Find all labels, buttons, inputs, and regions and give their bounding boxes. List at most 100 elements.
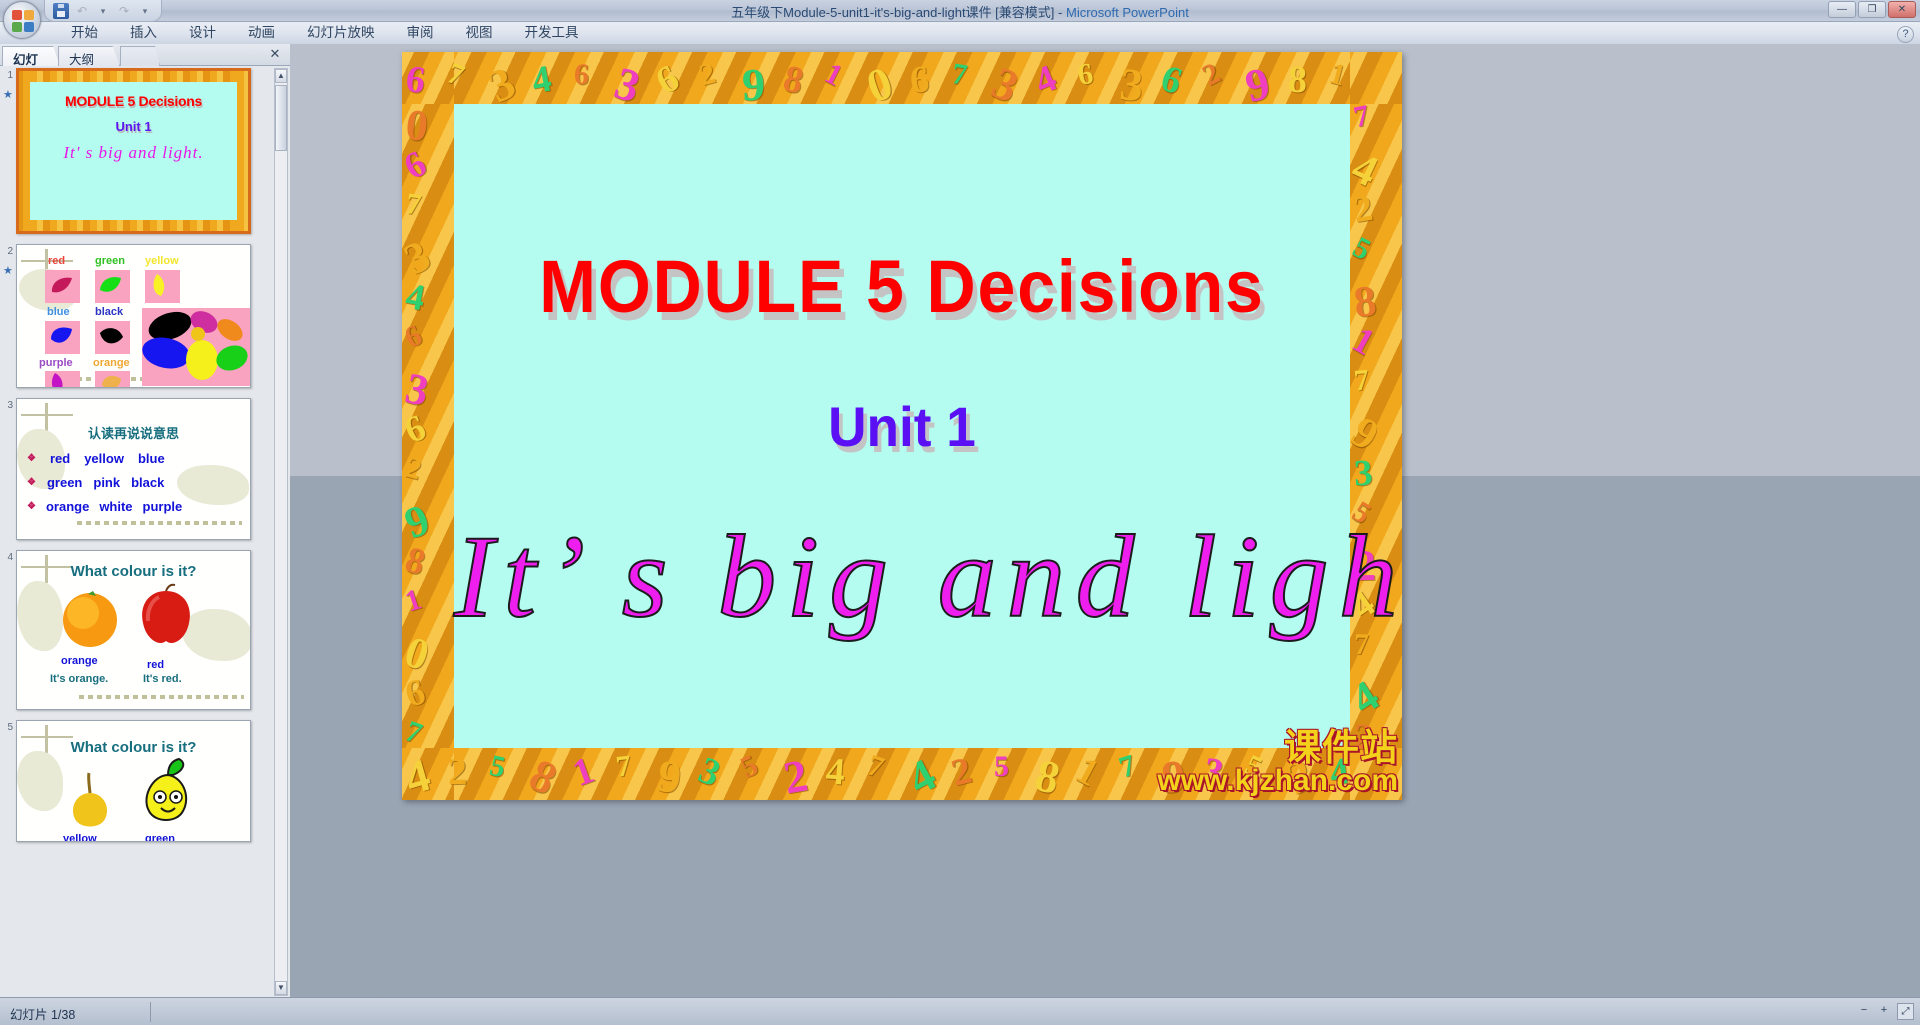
tab-view[interactable]: 视图 bbox=[450, 19, 509, 44]
tab-home[interactable]: 开始 bbox=[55, 19, 114, 44]
bullet-icon: ❖ bbox=[27, 477, 36, 488]
undo-dropdown-icon[interactable]: ▾ bbox=[95, 3, 111, 19]
status-divider bbox=[150, 1002, 151, 1022]
save-icon[interactable] bbox=[53, 2, 69, 19]
redo-icon[interactable]: ↷ bbox=[116, 3, 132, 19]
orange-fruit-icon bbox=[63, 591, 117, 647]
word: red bbox=[49, 451, 71, 466]
word-yellow: yellow bbox=[63, 833, 97, 841]
close-pane-icon[interactable]: ✕ bbox=[268, 47, 282, 61]
bullet-icon: ❖ bbox=[27, 453, 36, 464]
color-word-black: black bbox=[95, 306, 124, 318]
tab-animations[interactable]: 动画 bbox=[232, 19, 291, 44]
thumbnail-scrollbar[interactable]: ▲ ▼ bbox=[274, 68, 288, 996]
tab-slideshow[interactable]: 幻灯片放映 bbox=[291, 19, 391, 44]
color-word-blue: blue bbox=[47, 306, 70, 318]
tab-slides[interactable]: 幻灯片 bbox=[2, 46, 60, 66]
slide-thumbnail-1[interactable]: MODULE 5 Decisions Unit 1 It' s big and … bbox=[16, 68, 251, 234]
customize-qat-icon[interactable]: ▾ bbox=[137, 3, 153, 19]
watermark-url: www.kjzhan.com bbox=[1157, 764, 1398, 797]
thumb-canvas: 认读再说说意思 ❖ red yellow blue ❖ green pink b… bbox=[17, 399, 250, 539]
thumb-heading: What colour is it? bbox=[70, 739, 197, 756]
slide-thumbnail-list[interactable]: 1 ★ MODULE 5 Decisions Unit 1 It' s big … bbox=[0, 66, 272, 997]
swatch-green bbox=[95, 270, 130, 303]
color-word-green: green bbox=[95, 255, 125, 267]
restore-button[interactable]: ❐ bbox=[1858, 1, 1886, 18]
sentence-orange: It's orange. bbox=[50, 673, 109, 685]
help-button[interactable]: ? bbox=[1897, 26, 1914, 43]
apple-fruit-icon bbox=[142, 583, 190, 643]
thumb-canvas: What colour is it? yellow green bbox=[17, 721, 250, 841]
slide-thumbnail-3[interactable]: 认读再说说意思 ❖ red yellow blue ❖ green pink b… bbox=[16, 398, 251, 540]
bg-map-blob bbox=[17, 751, 63, 811]
bullet-icon: ❖ bbox=[27, 501, 36, 512]
watermark-title: 课件站 bbox=[1284, 727, 1398, 768]
undo-icon[interactable]: ↶ bbox=[74, 3, 90, 19]
swatch-black bbox=[95, 321, 130, 354]
petal-orange-icon bbox=[102, 375, 121, 387]
window-controls: — ❐ ✕ bbox=[1828, 1, 1916, 18]
thumb-unit: Unit 1 bbox=[115, 119, 152, 134]
animation-star-icon: ★ bbox=[3, 265, 13, 277]
slide-unit[interactable]: Unit 1 bbox=[476, 394, 1327, 459]
slide-sentence[interactable]: It’ s big and light. bbox=[453, 509, 1402, 645]
scroll-down-icon[interactable]: ▼ bbox=[275, 981, 287, 995]
current-slide[interactable]: 6472354861376923958214076472354861376923… bbox=[402, 52, 1402, 800]
yellow-pear-icon bbox=[72, 772, 108, 827]
window-title-separator: - bbox=[1054, 5, 1066, 20]
thumb-heading: 认读再说说意思 bbox=[87, 426, 179, 441]
close-button[interactable]: ✕ bbox=[1888, 1, 1916, 18]
flower-image bbox=[142, 308, 250, 386]
slide-stage: 6472354861376923958214076472354861376923… bbox=[290, 44, 1920, 997]
word: orange bbox=[45, 499, 90, 514]
word: green bbox=[46, 475, 83, 490]
list-item[interactable]: 3 认读再说说意思 ❖ red yellow blue ❖ green pink… bbox=[0, 398, 272, 540]
tab-developer[interactable]: 开发工具 bbox=[509, 19, 595, 44]
slide-thumbnail-2[interactable]: red green yellow blue black purple orang… bbox=[16, 244, 251, 388]
slide-content-area[interactable]: MODULE 5 Decisions Unit 1 It’ s big and … bbox=[453, 104, 1402, 748]
status-bar: 幻灯片 1/38 − + ⤢ bbox=[0, 997, 1920, 1025]
list-item[interactable]: 1 ★ MODULE 5 Decisions Unit 1 It' s big … bbox=[0, 68, 272, 234]
list-item[interactable]: 2 ★ red green yellow blue black purple o… bbox=[0, 244, 272, 388]
word-red: red bbox=[147, 659, 165, 671]
bg-squiggle bbox=[77, 521, 242, 525]
tab-insert[interactable]: 插入 bbox=[114, 19, 173, 44]
bg-map-blob bbox=[177, 465, 249, 505]
office-logo-icon bbox=[12, 10, 34, 32]
animation-star-icon: ★ bbox=[3, 89, 13, 101]
word-row: ❖ green pink black bbox=[27, 475, 164, 490]
zoom-controls[interactable]: − + ⤢ bbox=[1857, 1003, 1914, 1020]
minimize-button[interactable]: — bbox=[1828, 1, 1856, 18]
list-item[interactable]: 5 What colour is it? yellow green bbox=[0, 720, 272, 842]
slide-thumbnail-4[interactable]: What colour is it? orange red It's orang… bbox=[16, 550, 251, 710]
slide-title[interactable]: MODULE 5 Decisions bbox=[490, 244, 1314, 329]
pane-tab-strip: 幻灯片 大纲 ✕ bbox=[0, 44, 290, 66]
word-orange: orange bbox=[61, 655, 98, 667]
slide-counter: 幻灯片 1/38 bbox=[10, 1008, 76, 1022]
tab-design[interactable]: 设计 bbox=[173, 19, 232, 44]
scrollbar-thumb[interactable] bbox=[275, 85, 287, 151]
word: yellow bbox=[84, 451, 124, 466]
workspace: 幻灯片 大纲 ✕ 1 ★ MODULE 5 Decisions Unit 1 I… bbox=[0, 44, 1920, 997]
pane-tab-filler bbox=[120, 46, 160, 66]
list-item[interactable]: 4 What colour is it? orange red It's ora… bbox=[0, 550, 272, 710]
bg-squiggle bbox=[79, 695, 244, 699]
tab-review[interactable]: 审阅 bbox=[391, 19, 450, 44]
word-row: ❖ orange white purple bbox=[27, 499, 182, 514]
tab-outline[interactable]: 大纲 bbox=[58, 46, 120, 66]
ribbon-tab-strip: 开始 插入 设计 动画 幻灯片放映 审阅 视图 开发工具 bbox=[55, 20, 595, 44]
color-word-yellow: yellow bbox=[145, 255, 179, 267]
petal-blue-icon bbox=[51, 327, 72, 343]
zoom-in-button[interactable]: + bbox=[1877, 1004, 1891, 1020]
zoom-out-button[interactable]: − bbox=[1857, 1004, 1871, 1020]
fit-to-window-button[interactable]: ⤢ bbox=[1897, 1003, 1914, 1020]
window-title-document: 五年级下Module-5-unit1-it's-big-and-light课件 … bbox=[731, 5, 1055, 20]
slide-number: 3 bbox=[7, 400, 13, 411]
swatch-yellow bbox=[145, 270, 180, 303]
slide-thumbnail-5[interactable]: What colour is it? yellow green bbox=[16, 720, 251, 842]
word: blue bbox=[137, 451, 165, 466]
slide-number: 4 bbox=[7, 552, 13, 563]
office-orb-button[interactable] bbox=[3, 1, 41, 39]
word-green: green bbox=[145, 833, 175, 841]
scroll-up-icon[interactable]: ▲ bbox=[275, 69, 287, 83]
